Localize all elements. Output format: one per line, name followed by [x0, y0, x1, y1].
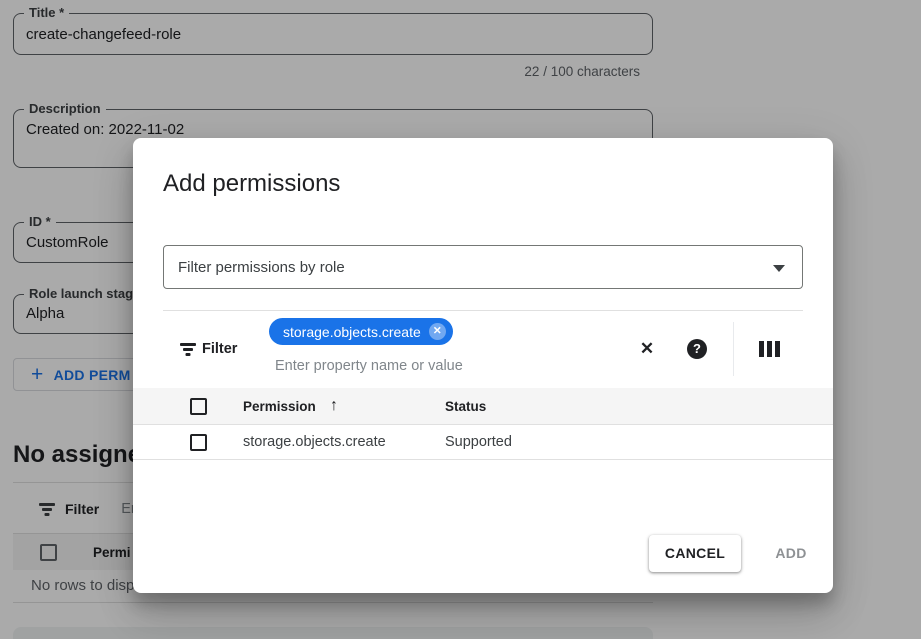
filter-input[interactable]: Enter property name or value	[275, 358, 463, 374]
column-display-icon[interactable]	[759, 341, 781, 357]
status-column-header[interactable]: Status	[445, 399, 486, 414]
filter-by-role-dropdown[interactable]: Filter permissions by role	[163, 245, 803, 289]
filter-label: Filter	[202, 341, 237, 357]
filter-by-role-placeholder: Filter permissions by role	[178, 259, 345, 276]
add-permissions-dialog: Add permissions Filter permissions by ro…	[133, 138, 833, 593]
divider	[163, 310, 803, 311]
add-button[interactable]: ADD	[761, 535, 821, 572]
status-cell: Supported	[445, 434, 512, 450]
help-icon[interactable]: ?	[687, 339, 707, 359]
create-role-screen: Title * create-changefeed-role 22 / 100 …	[0, 0, 921, 639]
filter-icon	[180, 343, 196, 355]
dialog-title: Add permissions	[163, 170, 340, 198]
permissions-table-header: Permission ↑ Status	[133, 388, 833, 424]
clear-filters-icon[interactable]: ✕	[635, 337, 659, 361]
permission-cell: storage.objects.create	[243, 434, 386, 450]
filter-chip-label: storage.objects.create	[283, 324, 421, 340]
filter-chip[interactable]: storage.objects.create ✕	[269, 318, 453, 345]
chip-remove-icon[interactable]: ✕	[429, 323, 446, 340]
permission-table-row[interactable]: storage.objects.create Supported	[133, 424, 833, 460]
sort-ascending-icon[interactable]: ↑	[330, 397, 338, 415]
select-all-checkbox[interactable]	[190, 398, 207, 415]
permission-column-header[interactable]: Permission	[243, 399, 316, 414]
cancel-button[interactable]: CANCEL	[649, 535, 741, 572]
chevron-down-icon	[773, 265, 785, 272]
divider	[733, 322, 734, 376]
row-checkbox[interactable]	[190, 434, 207, 451]
